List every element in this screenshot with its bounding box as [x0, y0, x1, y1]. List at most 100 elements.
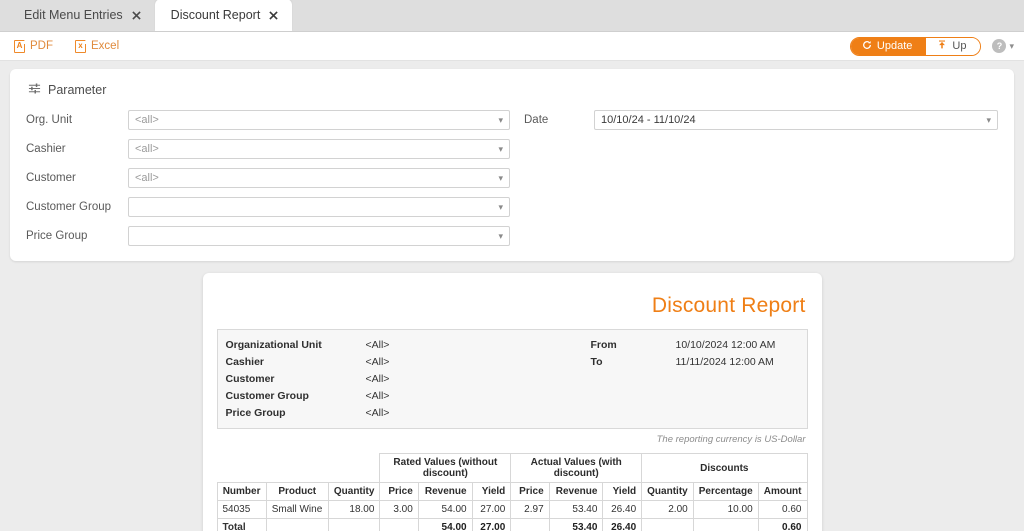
cell-total-rated-revenue: 54.00: [417, 518, 473, 531]
meta-value: <All>: [365, 406, 390, 419]
close-icon[interactable]: [269, 10, 278, 20]
help-icon: ?: [992, 39, 1007, 53]
cell-actual-price: 2.97: [510, 500, 550, 519]
select-customer-value: <all>: [135, 172, 159, 184]
col-discount-quantity: Quantity: [641, 482, 694, 501]
select-price-group[interactable]: ▾: [128, 226, 510, 246]
label-date: Date: [524, 114, 549, 126]
cell-rated-yield: 27.00: [471, 500, 512, 519]
select-customer-group[interactable]: ▾: [128, 197, 510, 217]
meta-value-to: 11/11/2024 12:00 AM: [675, 355, 774, 368]
select-date-range[interactable]: 10/10/24 - 11/10/24 ▾: [594, 110, 998, 130]
cell-total-actual-revenue: 53.40: [548, 518, 604, 531]
arrow-up-icon: [937, 40, 947, 53]
col-actual-yield: Yield: [602, 482, 643, 501]
parameter-panel: Parameter Org. Unit <all> ▾ Date 10/10/2…: [10, 69, 1014, 261]
col-rated-revenue: Revenue: [417, 482, 473, 501]
cell-product: Small Wine: [265, 500, 329, 519]
meta-value: <All>: [365, 355, 390, 368]
cell-empty: [641, 518, 694, 531]
meta-value-from: 10/10/2024 12:00 AM: [675, 338, 776, 351]
cell-discount-amount: 0.60: [757, 500, 808, 519]
report-title: Discount Report: [651, 294, 806, 317]
cell-empty: [510, 518, 550, 531]
cell-actual-revenue: 53.40: [548, 500, 604, 519]
cell-total-label: Total: [216, 518, 267, 531]
up-button[interactable]: Up: [925, 37, 981, 55]
meta-key: Cashier: [225, 355, 265, 368]
report-meta: Organizational Unit <All> From 10/10/202…: [216, 329, 808, 429]
tab-bar: Edit Menu Entries Discount Report: [0, 0, 1024, 32]
chevron-down-icon: ▾: [498, 172, 503, 183]
cell-number: 54035: [216, 500, 267, 519]
chevron-down-icon: ▾: [498, 114, 503, 125]
column-header-row: Number Product Quantity Price Revenue Yi…: [216, 482, 808, 501]
group-header-blank: [217, 453, 381, 483]
meta-key-from: From: [590, 338, 617, 351]
label-customer: Customer: [26, 172, 76, 184]
pdf-icon: A: [14, 39, 25, 53]
cell-discount-quantity: 2.00: [641, 500, 694, 519]
group-header-rated: Rated Values (without discount): [379, 453, 512, 483]
meta-value: <All>: [365, 372, 390, 385]
col-quantity: Quantity: [327, 482, 381, 501]
select-org-unit[interactable]: <all> ▾: [128, 110, 510, 130]
select-date-range-value: 10/10/24 - 11/10/24: [601, 114, 696, 126]
label-org-unit: Org. Unit: [26, 114, 73, 126]
select-cashier[interactable]: <all> ▾: [128, 139, 510, 159]
meta-row: Cashier <All> To 11/11/2024 12:00 AM: [226, 353, 799, 370]
meta-key-to: To: [590, 355, 603, 368]
table-row: 54035 Small Wine 18.00 3.00 54.00 27.00 …: [216, 500, 808, 519]
meta-row: Customer Group <All>: [226, 387, 799, 404]
report-area: Discount Report Organizational Unit <All…: [10, 273, 1014, 531]
meta-key: Customer: [225, 372, 275, 385]
export-actions: A PDF x Excel: [14, 39, 120, 53]
col-number: Number: [216, 482, 267, 501]
col-actual-price: Price: [510, 482, 550, 501]
col-rated-yield: Yield: [471, 482, 512, 501]
parameter-heading-label: Parameter: [48, 83, 107, 97]
group-header-row: Rated Values (without discount) Actual V…: [217, 453, 808, 483]
sliders-icon: [28, 82, 41, 98]
meta-row: Organizational Unit <All> From 10/10/202…: [226, 336, 799, 353]
col-discount-percentage: Percentage: [692, 482, 759, 501]
chevron-down-icon: ▾: [986, 114, 991, 125]
label-cashier: Cashier: [26, 143, 66, 155]
select-customer[interactable]: <all> ▾: [128, 168, 510, 188]
parameter-heading: Parameter: [28, 82, 998, 98]
discount-detail-table: Rated Values (without discount) Actual V…: [216, 453, 808, 531]
refresh-icon: [862, 40, 872, 53]
export-pdf-button[interactable]: A PDF: [14, 39, 53, 53]
col-actual-revenue: Revenue: [548, 482, 604, 501]
cell-total-actual-yield: 26.40: [602, 518, 643, 531]
export-excel-button[interactable]: x Excel: [75, 39, 120, 53]
help-menu[interactable]: ? ▾: [992, 39, 1014, 53]
cell-empty: [692, 518, 759, 531]
cell-empty: [379, 518, 419, 531]
meta-value: <All>: [365, 338, 390, 351]
export-excel-label: Excel: [91, 40, 120, 52]
cell-actual-yield: 26.40: [602, 500, 643, 519]
close-icon[interactable]: [131, 10, 141, 20]
cell-rated-revenue: 54.00: [417, 500, 473, 519]
tab-discount-report[interactable]: Discount Report: [154, 0, 293, 31]
label-price-group: Price Group: [26, 230, 88, 242]
chevron-down-icon: ▾: [498, 143, 503, 154]
group-header-actual: Actual Values (with discount): [510, 453, 643, 483]
meta-key: Price Group: [225, 406, 286, 419]
up-label: Up: [952, 40, 967, 52]
cell-quantity: 18.00: [327, 500, 381, 519]
col-rated-price: Price: [379, 482, 419, 501]
action-button-group: Update Up: [849, 36, 982, 56]
excel-icon: x: [75, 39, 86, 53]
table-total-row: Total 54.00 27.00 53.40 26.40 0.60: [216, 518, 808, 531]
chevron-down-icon: ▾: [498, 201, 503, 212]
tab-label: Edit Menu Entries: [24, 8, 123, 22]
toolbar-right: Update Up ? ▾: [849, 36, 1014, 56]
update-button[interactable]: Update: [850, 37, 926, 55]
currency-note: The reporting currency is US-Dollar: [656, 434, 806, 445]
export-pdf-label: PDF: [30, 40, 53, 52]
col-product: Product: [265, 482, 329, 501]
tab-edit-menu-entries[interactable]: Edit Menu Entries: [8, 0, 155, 31]
col-discount-amount: Amount: [757, 482, 808, 501]
